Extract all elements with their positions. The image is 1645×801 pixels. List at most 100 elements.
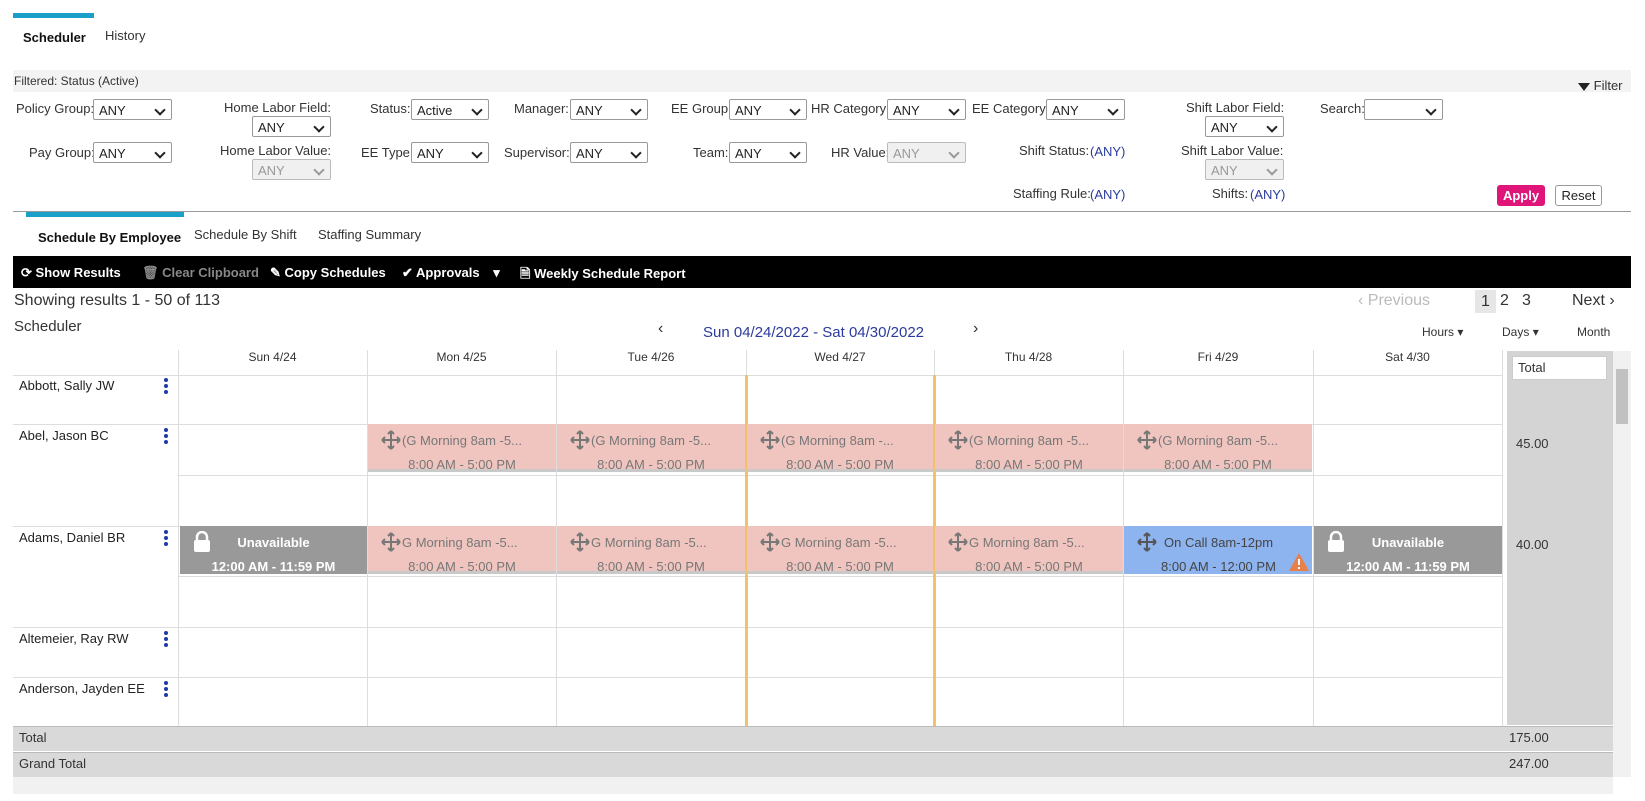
copy-schedules-button[interactable]: ✎ Copy Schedules <box>270 265 386 281</box>
row-menu-icon[interactable] <box>164 428 168 446</box>
refresh-icon: ⟳ <box>21 265 32 280</box>
next-week-button[interactable]: › <box>973 320 978 338</box>
manager-select[interactable]: ANY <box>570 99 648 120</box>
shift-block[interactable]: G Morning 8am -5... 8:00 AM - 5:00 PM <box>747 526 933 574</box>
approvals-button[interactable]: ✔ Approvals ▾ <box>402 265 500 281</box>
move-icon <box>381 532 401 552</box>
page-2-button[interactable]: 2 <box>1500 292 1509 310</box>
filter-button[interactable]: Filter <box>1578 78 1623 93</box>
page-1-button[interactable]: 1 <box>1475 290 1496 313</box>
chevron-left-icon: ‹ <box>1358 292 1364 309</box>
clear-clipboard-button[interactable]: 🗑 Clear Clipboard <box>142 265 259 281</box>
date-range[interactable]: Sun 04/24/2022 - Sat 04/30/2022 <box>703 324 924 341</box>
grand-total-row <box>13 752 1615 777</box>
document-icon: 🗎 <box>520 266 531 281</box>
day-header: Mon 4/25 <box>436 350 487 364</box>
shift-block[interactable]: (G Morning 8am -5... 8:00 AM - 5:00 PM <box>557 424 745 472</box>
row-menu-icon[interactable] <box>164 530 168 548</box>
tab-history[interactable]: History <box>105 28 145 43</box>
ee-type-select[interactable]: ANY <box>411 142 489 163</box>
shift-block[interactable]: G Morning 8am -5... 8:00 AM - 5:00 PM <box>935 526 1123 574</box>
tab-staffing-summary[interactable]: Staffing Summary <box>318 227 421 242</box>
ee-group-select[interactable]: ANY <box>729 99 807 120</box>
status-label: Status: <box>370 101 411 116</box>
shifts-label: Shifts: <box>1212 186 1249 201</box>
vertical-scrollbar[interactable] <box>1613 351 1631 777</box>
employee-name[interactable]: Adams, Daniel BR <box>19 530 125 545</box>
move-icon <box>1137 430 1157 450</box>
staffing-rule-label: Staffing Rule: <box>1013 186 1091 201</box>
chevron-left-icon: ‹ <box>658 320 664 337</box>
home-labor-field-select[interactable]: ANY <box>252 116 331 137</box>
page-3-button[interactable]: 3 <box>1522 292 1531 310</box>
grid-row-line <box>178 576 1502 577</box>
check-icon: ✔ <box>402 265 413 280</box>
shift-status-label: Shift Status: <box>1019 143 1090 158</box>
filter-divider <box>13 211 1631 212</box>
day-header: Thu 4/28 <box>1004 350 1053 364</box>
scroll-thumb[interactable] <box>1616 369 1628 424</box>
total-sum: 175.00 <box>1509 730 1549 745</box>
move-icon <box>948 430 968 450</box>
shift-block[interactable]: (G Morning 8am -5... 8:00 AM - 5:00 PM <box>1124 424 1312 472</box>
tab-schedule-by-shift[interactable]: Schedule By Shift <box>194 227 297 242</box>
oncall-shift-block[interactable]: On Call 8am-12pm 8:00 AM - 12:00 PM <box>1124 526 1312 574</box>
total-value: 45.00 <box>1516 436 1549 451</box>
tab-schedule-by-employee[interactable]: Schedule By Employee <box>38 230 181 245</box>
tab-scheduler[interactable]: Scheduler <box>23 30 86 45</box>
shift-block[interactable]: G Morning 8am -5... 8:00 AM - 5:00 PM <box>368 526 556 574</box>
previous-button[interactable]: ‹ Previous <box>1358 292 1430 310</box>
ee-category-select[interactable]: ANY <box>1046 99 1125 120</box>
employee-name[interactable]: Altemeier, Ray RW <box>19 631 129 646</box>
row-menu-icon[interactable] <box>164 378 168 396</box>
shift-status-link[interactable]: (ANY) <box>1090 144 1125 159</box>
weekly-report-button[interactable]: 🗎 Weekly Schedule Report <box>520 265 686 287</box>
apply-button[interactable]: Apply <box>1497 185 1545 206</box>
day-header: Wed 4/27 <box>814 350 866 364</box>
show-results-button[interactable]: ⟳ Show Results <box>21 265 121 281</box>
total-header: Total <box>1512 356 1607 380</box>
chevron-right-icon: › <box>1609 292 1615 309</box>
total-row <box>13 726 1615 751</box>
status-select[interactable]: Active <box>411 99 489 120</box>
employee-name[interactable]: Abbott, Sally JW <box>19 378 114 393</box>
shift-block[interactable]: (G Morning 8am -... 8:00 AM - 5:00 PM <box>747 424 933 472</box>
horizontal-scrollbar[interactable] <box>13 777 1613 794</box>
reset-button[interactable]: Reset <box>1555 185 1602 206</box>
search-input[interactable] <box>1364 99 1443 120</box>
row-menu-icon[interactable] <box>164 681 168 699</box>
days-view-dropdown[interactable]: Days ▾ <box>1502 325 1539 339</box>
shift-block[interactable]: G Morning 8am -5... 8:00 AM - 5:00 PM <box>557 526 745 574</box>
next-button[interactable]: Next › <box>1572 292 1615 310</box>
shift-block[interactable]: (G Morning 8am -5... 8:00 AM - 5:00 PM <box>368 424 556 472</box>
unavailable-block[interactable]: Unavailable 12:00 AM - 11:59 PM <box>1314 526 1502 574</box>
shift-labor-field-select[interactable]: ANY <box>1205 116 1284 137</box>
shifts-link[interactable]: (ANY) <box>1250 187 1285 202</box>
move-icon <box>570 430 590 450</box>
row-menu-icon[interactable] <box>164 631 168 649</box>
team-label: Team: <box>693 145 729 160</box>
warning-icon <box>1289 553 1309 571</box>
hr-category-select[interactable]: ANY <box>887 99 966 120</box>
unavailable-block[interactable]: Unavailable 12:00 AM - 11:59 PM <box>180 526 367 574</box>
prev-week-button[interactable]: ‹ <box>658 320 663 338</box>
active-tab-indicator <box>13 13 94 18</box>
employee-name[interactable]: Anderson, Jayden EE <box>19 681 145 696</box>
pay-group-select[interactable]: ANY <box>93 142 172 163</box>
month-view-button[interactable]: Month <box>1577 325 1610 339</box>
ee-group-label: EE Group: <box>671 101 732 116</box>
team-select[interactable]: ANY <box>729 142 807 163</box>
hr-value-select: ANY <box>887 142 966 163</box>
shift-block[interactable]: (G Morning 8am -5... 8:00 AM - 5:00 PM <box>935 424 1123 472</box>
edit-icon: ✎ <box>270 265 281 280</box>
move-icon <box>760 430 780 450</box>
shift-labor-value-label: Shift Labor Value: <box>1181 143 1284 158</box>
employee-name[interactable]: Abel, Jason BC <box>19 428 109 443</box>
hours-view-dropdown[interactable]: Hours ▾ <box>1422 325 1463 339</box>
supervisor-select[interactable]: ANY <box>570 142 648 163</box>
chevron-right-icon: › <box>973 320 979 337</box>
filter-strip <box>13 70 1631 92</box>
shift-labor-field-label: Shift Labor Field: <box>1186 100 1285 115</box>
staffing-rule-link[interactable]: (ANY) <box>1090 187 1125 202</box>
policy-group-select[interactable]: ANY <box>93 99 172 120</box>
